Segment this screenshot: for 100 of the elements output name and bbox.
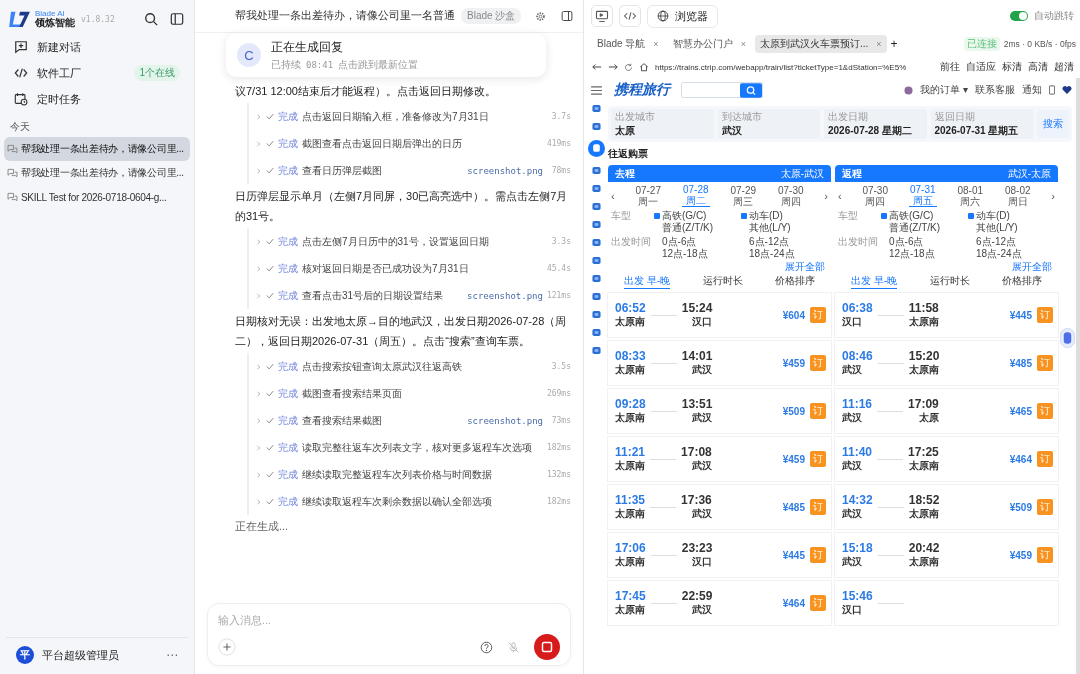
filter-option[interactable]: 普通(Z/T/K) [881, 222, 968, 234]
filter-option[interactable]: 动车(D) [968, 210, 1055, 222]
site-search-field[interactable] [681, 82, 763, 98]
search-form-field[interactable]: 返回日期 2026-07-31 星期五 [930, 109, 1033, 139]
tile-icon[interactable] [591, 220, 601, 229]
header-link[interactable]: 我的订单 ▾ [920, 83, 968, 97]
filter-option[interactable]: 0点-6点 [654, 236, 741, 248]
menu-icon[interactable] [590, 86, 602, 95]
chat-history-item[interactable]: SKILL Test for 2026-0718-0604-g... [4, 185, 190, 209]
date-tab[interactable]: 07-28 周二 [681, 184, 710, 207]
help-icon[interactable] [480, 640, 493, 654]
tool-step-row[interactable]: 完成 继续读取返程车次剩余数据以确认全部选项 182ms [249, 488, 571, 515]
status-card[interactable]: C 正在生成回复 已持续 08:41 点击跳到最新位置 [226, 33, 546, 77]
filter-option[interactable]: 普通(Z/T/K) [654, 222, 741, 234]
url-action-button[interactable]: 前往 [940, 60, 960, 74]
file-link[interactable]: screenshot.png [467, 415, 543, 426]
filter-option[interactable]: 12点-18点 [654, 248, 741, 260]
tile-icon[interactable] [591, 122, 601, 131]
tile-icon[interactable] [591, 346, 601, 355]
date-tab[interactable]: 08-01 周六 [956, 184, 985, 207]
tile-icon[interactable] [591, 310, 601, 319]
stop-button[interactable] [534, 634, 560, 660]
forward-icon[interactable] [608, 63, 618, 71]
site-logo[interactable]: 携程旅行 [614, 81, 670, 99]
date-tab[interactable]: 07-27 周一 [634, 184, 663, 207]
filter-option[interactable]: 动车(D) [741, 210, 828, 222]
filter-option[interactable]: 6点-12点 [968, 236, 1055, 248]
browser-view-button[interactable]: 浏览器 [647, 4, 718, 28]
file-link[interactable]: screenshot.png [467, 290, 543, 301]
tool-step-row[interactable]: 完成 核对返回日期是否已成功设为7月31日 45.4s [249, 255, 571, 282]
auto-follow-toggle[interactable] [1010, 11, 1028, 21]
date-tab[interactable]: 07-30 周四 [776, 184, 805, 207]
tool-step-row[interactable]: 完成 点击返回日期输入框，准备修改为7月31日 3.7s [249, 103, 571, 130]
account-avatar-icon[interactable] [904, 85, 914, 95]
search-form-field[interactable]: 到达城市 武汉 [717, 109, 820, 139]
tile-icon[interactable] [591, 256, 601, 265]
sort-tab[interactable]: 运行时长 [929, 274, 970, 288]
heart-icon[interactable] [1062, 86, 1072, 94]
sidebar-toggle-icon[interactable] [170, 12, 184, 26]
url-field[interactable]: https://trains.ctrip.com/webapp/train/list?ticketType=1&dStation=%E5% [655, 62, 934, 72]
tile-icon[interactable] [591, 104, 601, 113]
tile-icon[interactable] [591, 238, 601, 247]
tool-step-row[interactable]: 完成 查看搜索结果截图 screenshot.png 73ms [249, 407, 571, 434]
tool-step-row[interactable]: 完成 读取完整往返车次列表文字，核对更多返程车次选项 182ms [249, 434, 571, 461]
previous-arrow[interactable]: ‹ [611, 189, 615, 202]
tool-step-row[interactable]: 完成 查看点击31号后的日期设置结果 screenshot.png 121ms [249, 282, 571, 309]
browser-tab[interactable]: 太原到武汉火车票预订... × [754, 35, 887, 53]
url-action-button[interactable]: 自适应 [966, 60, 996, 74]
sort-tab[interactable]: 出发 早-晚 [851, 273, 898, 289]
date-tab[interactable]: 07-31 周五 [908, 184, 937, 207]
close-tab-button[interactable]: × [740, 39, 746, 49]
user-avatar[interactable]: 平 [16, 646, 34, 664]
tile-icon[interactable] [591, 184, 601, 193]
tool-step-row[interactable]: 完成 截图查看点击返回日期后弹出的日历 419ms [249, 130, 571, 157]
filter-option[interactable]: 高铁(G/C) [881, 210, 968, 222]
sort-tab[interactable]: 价格排序 [1001, 274, 1042, 288]
tool-step-row[interactable]: 完成 查看日历弹层截图 screenshot.png 78ms [249, 157, 571, 184]
url-action-button[interactable]: 超清 [1054, 60, 1074, 74]
filter-option[interactable]: 18点-24点 [968, 248, 1055, 260]
code-icon[interactable] [619, 5, 641, 27]
expand-link[interactable]: 展开全部 [1012, 261, 1052, 273]
nav-item[interactable]: 软件工厂 1个在线 [0, 60, 194, 86]
previous-arrow[interactable]: ‹ [838, 189, 842, 202]
tool-step-row[interactable]: 完成 点击左侧7月日历中的31号，设置返回日期 3.3s [249, 228, 571, 255]
search-button[interactable]: 搜索 [1037, 110, 1069, 138]
tile-icon[interactable] [591, 328, 601, 337]
filter-option[interactable]: 6点-12点 [741, 236, 828, 248]
sort-tab[interactable]: 运行时长 [702, 274, 743, 288]
browser-tab[interactable]: Blade 导航 × [592, 35, 664, 53]
url-action-button[interactable]: 高清 [1028, 60, 1048, 74]
tool-step-row[interactable]: 完成 继续读取完整返程车次列表价格与时间数据 132ms [249, 461, 571, 488]
tile-icon[interactable] [591, 274, 601, 283]
filter-option[interactable]: 其他(L/Y) [968, 222, 1055, 234]
sort-tab[interactable]: 出发 早-晚 [624, 273, 671, 289]
date-tab[interactable]: 07-30 周四 [861, 184, 890, 207]
next-arrow[interactable]: › [1051, 189, 1055, 202]
back-icon[interactable] [592, 63, 602, 71]
search-icon[interactable] [144, 12, 158, 26]
new-tab-button[interactable]: + [890, 37, 898, 51]
tile-icon[interactable] [591, 202, 601, 211]
nav-item[interactable]: 定时任务 [0, 86, 194, 112]
next-arrow[interactable]: › [824, 189, 828, 202]
search-form-field[interactable]: 出发日期 2026-07-28 星期二 [824, 109, 927, 139]
search-form-field[interactable]: 出发城市 太原 [611, 109, 714, 139]
phone-icon[interactable] [1049, 85, 1055, 95]
reload-icon[interactable] [624, 62, 633, 72]
more-button[interactable]: ⋯ [166, 648, 178, 662]
header-link[interactable]: 通知 [1022, 83, 1042, 97]
expand-link[interactable]: 展开全部 [785, 261, 825, 273]
tile-icon[interactable] [591, 166, 601, 175]
nav-item[interactable]: 新建对话 [0, 34, 194, 60]
close-tab-button[interactable]: × [653, 39, 659, 49]
header-link[interactable]: 联系客服 [975, 83, 1015, 97]
filter-option[interactable]: 高铁(G/C) [654, 210, 741, 222]
sort-tab[interactable]: 价格排序 [774, 274, 815, 288]
url-action-button[interactable]: 标清 [1002, 60, 1022, 74]
assistant-float-icon[interactable] [1060, 328, 1075, 348]
filter-option[interactable]: 其他(L/Y) [741, 222, 828, 234]
filter-option[interactable]: 12点-18点 [881, 248, 968, 260]
filter-option[interactable]: 0点-6点 [881, 236, 968, 248]
